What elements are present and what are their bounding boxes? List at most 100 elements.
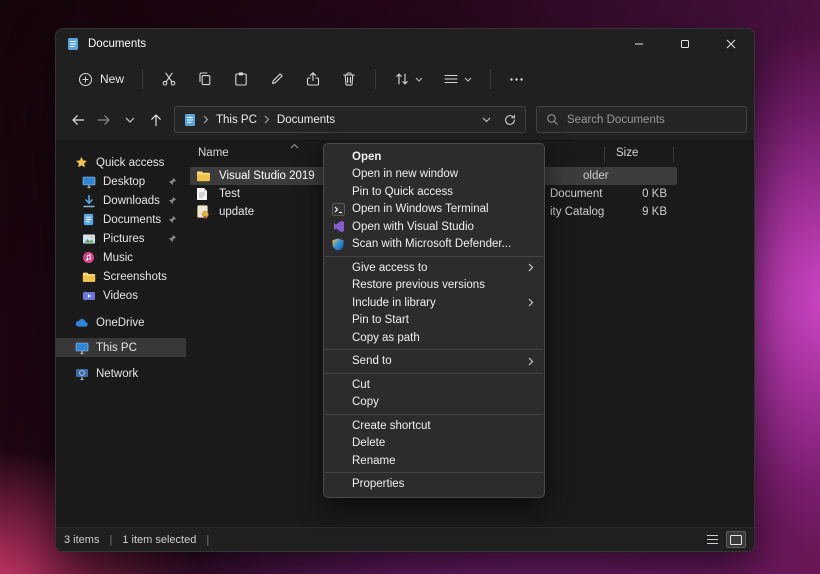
menu-separator — [325, 256, 543, 257]
sidebar-item-label: This PC — [96, 342, 137, 354]
star-icon — [74, 156, 89, 169]
search-input[interactable]: Search Documents — [536, 106, 747, 133]
address-bar: This PC Documents Search Documents — [56, 99, 754, 141]
thumbnails-view-button[interactable] — [726, 531, 746, 548]
chevron-down-icon — [464, 77, 472, 82]
menu-item-label: Rename — [352, 455, 395, 467]
menu-item-copy-as-path[interactable]: Copy as path — [324, 329, 544, 347]
menu-item-pin-to-quick-access[interactable]: Pin to Quick access — [324, 183, 544, 201]
column-separator[interactable] — [673, 147, 674, 162]
sidebar-item-label: Pictures — [103, 233, 145, 245]
sidebar-item-screenshots[interactable]: Screenshots — [56, 267, 186, 286]
menu-item-cut[interactable]: Cut — [324, 376, 544, 394]
menu-item-label: Create shortcut — [352, 420, 431, 432]
more-button[interactable] — [501, 64, 532, 94]
cut-button[interactable] — [153, 64, 185, 94]
more-icon — [509, 72, 524, 87]
new-plus-icon — [78, 72, 93, 87]
delete-button[interactable] — [333, 64, 365, 94]
close-button[interactable] — [708, 29, 754, 59]
menu-item-label: Open with Visual Studio — [352, 221, 474, 233]
breadcrumb[interactable]: This PC Documents — [174, 106, 526, 133]
sidebar-item-videos[interactable]: Videos — [56, 286, 186, 305]
menu-item-create-shortcut[interactable]: Create shortcut — [324, 417, 544, 435]
sort-button[interactable] — [386, 64, 431, 94]
menu-item-properties[interactable]: Properties — [324, 476, 544, 494]
rename-button[interactable] — [261, 64, 293, 94]
submenu-chevron-icon — [528, 357, 534, 366]
back-button[interactable] — [66, 107, 90, 133]
windows-terminal-icon — [332, 203, 345, 216]
file-size: 9 KB — [597, 206, 667, 218]
forward-button[interactable] — [92, 107, 116, 133]
sidebar-item-onedrive[interactable]: OneDrive — [56, 313, 186, 332]
menu-item-label: Restore previous versions — [352, 279, 485, 291]
column-separator[interactable] — [604, 147, 605, 162]
menu-item-open-in-windows-terminal[interactable]: Open in Windows Terminal — [324, 201, 544, 219]
toolbar-divider — [142, 69, 143, 89]
view-button[interactable] — [435, 64, 480, 94]
sidebar-item-documents[interactable]: Documents — [56, 210, 186, 229]
column-header-name[interactable]: Name — [198, 147, 229, 159]
history-chevron-button[interactable] — [118, 107, 142, 133]
menu-item-open-in-new-window[interactable]: Open in new window — [324, 166, 544, 184]
menu-item-open-with-visual-studio[interactable]: Open with Visual Studio — [324, 218, 544, 236]
refresh-icon[interactable] — [503, 113, 517, 127]
folder-icon — [196, 170, 213, 182]
sidebar-item-network[interactable]: Network — [56, 364, 186, 383]
window-controls — [616, 29, 754, 59]
sidebar-item-quick-access[interactable]: Quick access — [56, 153, 186, 172]
paste-button[interactable] — [225, 64, 257, 94]
explorer-window: Documents New — [55, 28, 755, 552]
documents-icon — [81, 213, 96, 226]
menu-item-include-in-library[interactable]: Include in library — [324, 294, 544, 312]
sidebar-item-downloads[interactable]: Downloads — [56, 191, 186, 210]
status-divider: | — [206, 534, 209, 546]
file-name: Test — [219, 188, 240, 200]
sidebar-item-pictures[interactable]: Pictures — [56, 229, 186, 248]
cut-icon — [161, 71, 177, 87]
breadcrumb-current[interactable]: Documents — [276, 114, 336, 126]
menu-item-copy[interactable]: Copy — [324, 394, 544, 412]
status-bar: 3 items | 1 item selected | — [56, 527, 754, 551]
menu-item-label: Include in library — [352, 297, 436, 309]
chevron-right-icon — [203, 115, 209, 124]
paste-icon — [233, 71, 249, 87]
screenshots-folder-icon — [81, 271, 96, 283]
documents-app-icon — [66, 37, 80, 51]
items-count: 3 items — [64, 534, 99, 546]
status-divider: | — [109, 534, 112, 546]
address-chevron-icon[interactable] — [482, 117, 491, 123]
menu-item-pin-to-start[interactable]: Pin to Start — [324, 312, 544, 330]
menu-item-send-to[interactable]: Send to — [324, 353, 544, 371]
pin-icon — [168, 177, 177, 186]
menu-item-restore-previous-versions[interactable]: Restore previous versions — [324, 277, 544, 295]
sidebar-item-this-pc[interactable]: This PC — [56, 338, 186, 357]
column-header-size[interactable]: Size — [616, 147, 638, 159]
titlebar[interactable]: Documents — [56, 29, 754, 59]
share-icon — [305, 71, 321, 87]
breadcrumb-root[interactable]: This PC — [215, 114, 258, 126]
up-button[interactable] — [144, 107, 168, 133]
copy-button[interactable] — [189, 64, 221, 94]
menu-item-delete[interactable]: Delete — [324, 435, 544, 453]
desktop-icon — [81, 175, 96, 189]
submenu-chevron-icon — [528, 298, 534, 307]
menu-item-scan-with-defender[interactable]: Scan with Microsoft Defender... — [324, 236, 544, 254]
menu-item-label: Properties — [352, 478, 404, 490]
sidebar-item-music[interactable]: Music — [56, 248, 186, 267]
pictures-icon — [81, 232, 96, 246]
sidebar-item-desktop[interactable]: Desktop — [56, 172, 186, 191]
menu-item-rename[interactable]: Rename — [324, 452, 544, 470]
rename-icon — [269, 71, 285, 87]
menu-item-open[interactable]: Open — [324, 148, 544, 166]
share-button[interactable] — [297, 64, 329, 94]
details-view-button[interactable] — [702, 531, 722, 548]
menu-item-give-access-to[interactable]: Give access to — [324, 259, 544, 277]
new-button[interactable]: New — [70, 64, 132, 94]
maximize-button[interactable] — [662, 29, 708, 59]
pin-icon — [168, 215, 177, 224]
minimize-button[interactable] — [616, 29, 662, 59]
chevron-right-icon — [264, 115, 270, 124]
sidebar-item-label: Downloads — [103, 195, 160, 207]
